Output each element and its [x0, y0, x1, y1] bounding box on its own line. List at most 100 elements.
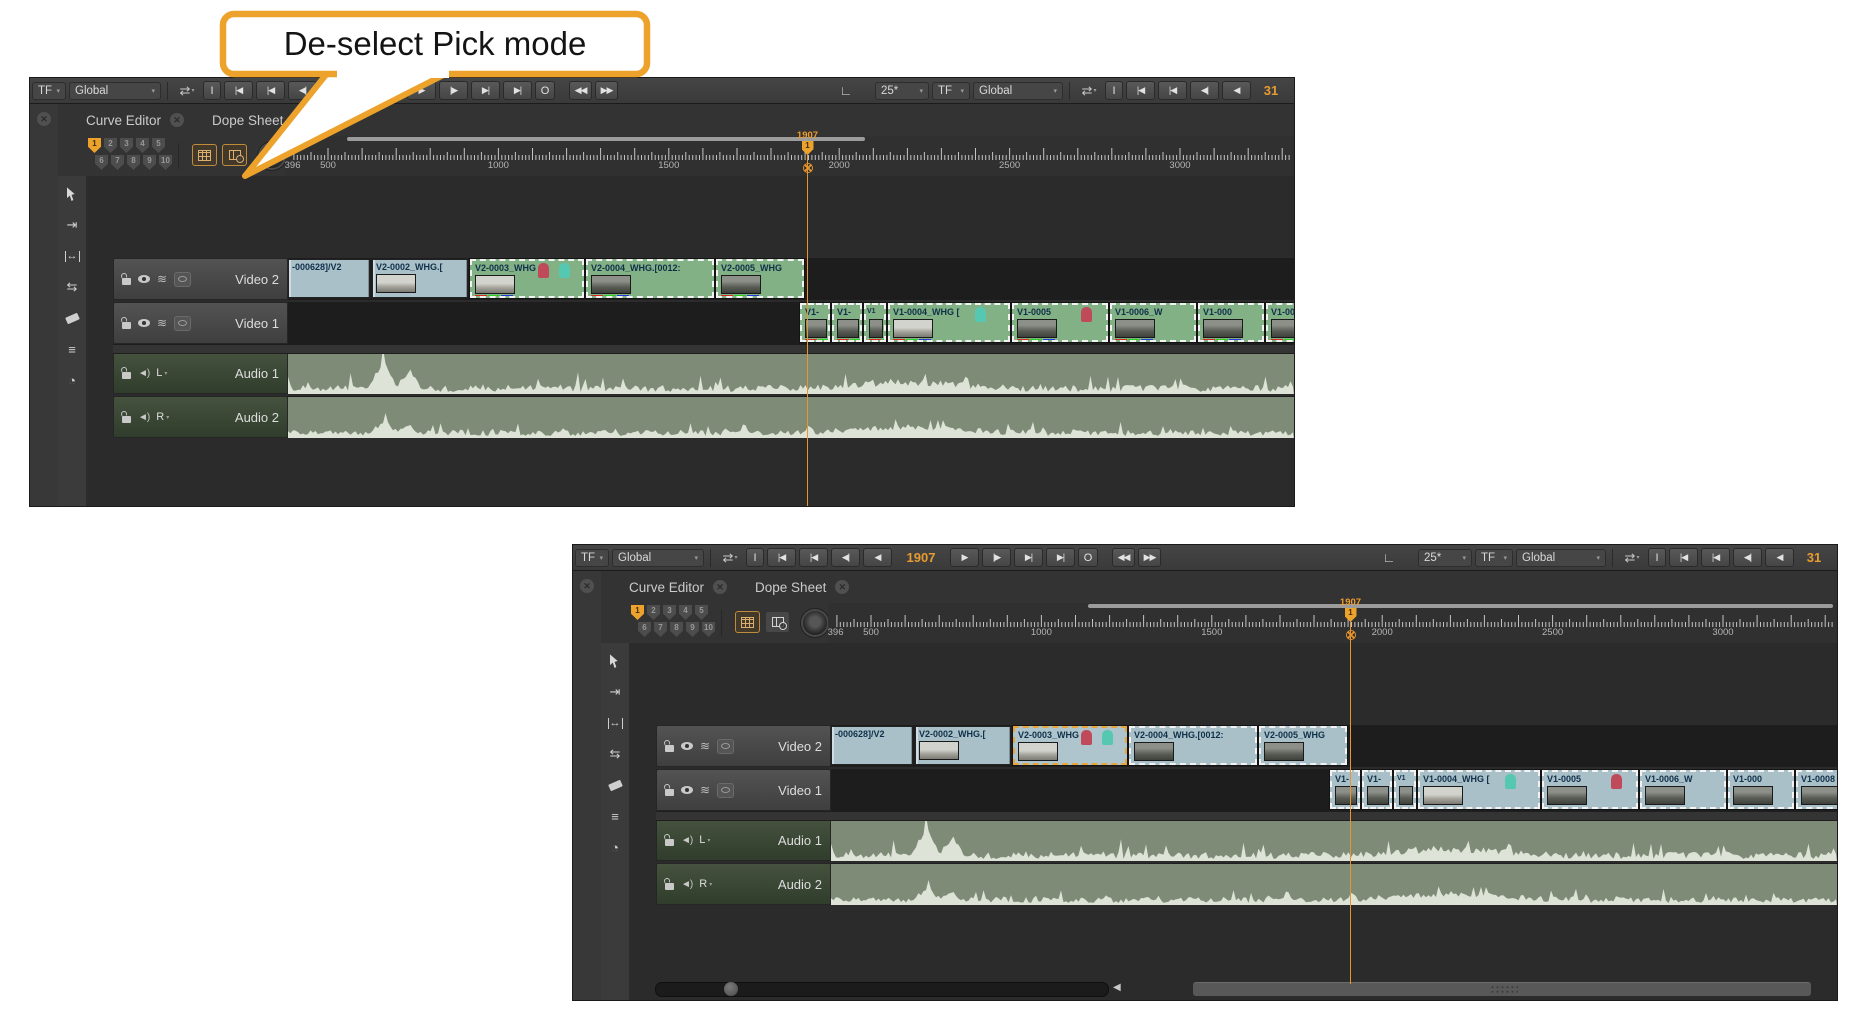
mark-in-button[interactable]: I — [203, 81, 221, 100]
timeline-clip[interactable]: V1-0006_W — [1640, 770, 1726, 809]
visibility-eye-icon[interactable] — [138, 275, 150, 283]
jog-back-button[interactable]: ◀◀ — [569, 81, 592, 100]
close-icon[interactable]: ✕ — [170, 113, 184, 127]
marker-pin-6[interactable]: 6 — [638, 622, 651, 637]
tf-mode-dropdown[interactable]: TF▾ — [575, 549, 609, 567]
play-reverse-button[interactable]: ◀ — [320, 81, 349, 100]
grid-view-button[interactable] — [192, 144, 217, 166]
previous-frame-button[interactable]: ◀| — [288, 81, 317, 100]
patch-icon[interactable] — [174, 272, 191, 287]
track-lane-video1[interactable]: V1-V1-V1V1-0004_WHG [V1-0005V1-0006_WV1-… — [831, 769, 1837, 811]
close-icon[interactable]: ✕ — [292, 113, 306, 127]
timeline-clip[interactable]: V1- — [1330, 770, 1360, 809]
visibility-eye-icon[interactable] — [681, 786, 693, 794]
timeline-clip[interactable]: V1-0008 — [1266, 303, 1294, 342]
lock-icon[interactable] — [665, 745, 674, 752]
timeline-clip[interactable]: -000628]/V2 — [288, 259, 370, 298]
previous-frame-button-2[interactable]: ◀| — [1190, 81, 1219, 100]
previous-edit-button[interactable]: |◀ — [256, 81, 285, 100]
mark-in-button[interactable]: I — [746, 548, 764, 567]
tf-mode-dropdown-2[interactable]: TF▾ — [1475, 549, 1513, 567]
marker-pin-7[interactable]: 7 — [111, 155, 124, 170]
playhead-jog-knob[interactable] — [260, 144, 284, 168]
zero-button[interactable]: O — [1078, 548, 1098, 567]
timeline-clip[interactable]: V1-0004_WHG [ — [1418, 770, 1540, 809]
track-lane-audio1[interactable] — [831, 819, 1837, 861]
previous-frame-button[interactable]: ◀| — [831, 548, 860, 567]
go-to-start-button[interactable]: |◀ — [767, 548, 796, 567]
play-button[interactable]: ▶ — [407, 81, 436, 100]
jog-back-button[interactable]: ◀◀ — [1112, 548, 1135, 567]
global-dropdown-2[interactable]: Global▾ — [973, 82, 1063, 100]
visibility-eye-icon[interactable] — [681, 742, 693, 750]
timeline-clip[interactable]: V2-0002_WHG.[ — [372, 259, 468, 298]
extend-edit-tool-icon[interactable]: ⇥ — [58, 213, 86, 237]
track-header-video1[interactable]: ≋Video 1 — [113, 302, 288, 344]
loop-playback-icon-2[interactable]: ⇄▾ — [1619, 550, 1645, 566]
range-ruler-icon[interactable]: ∟ — [839, 83, 853, 98]
next-edit-button[interactable]: ▶| — [1014, 548, 1043, 567]
visibility-eye-icon[interactable] — [138, 319, 150, 327]
track-header-video2[interactable]: ≋Video 2 — [113, 258, 288, 300]
tf-mode-dropdown[interactable]: TF▾ — [32, 82, 66, 100]
patch-icon[interactable] — [717, 783, 734, 798]
timeline-clip[interactable]: V1-0008 — [1796, 770, 1837, 809]
track-header-audio2[interactable]: ◄)R▾Audio 2 — [656, 863, 831, 905]
speaker-icon[interactable]: ◄) — [138, 412, 149, 423]
lock-icon[interactable] — [665, 883, 674, 890]
marker-pin-5[interactable]: 5 — [152, 138, 165, 153]
previous-edit-button[interactable]: |◀ — [799, 548, 828, 567]
timeline-clip[interactable]: V2-0003_WHG — [1013, 726, 1127, 765]
scroll-left-arrow-icon[interactable]: ◀ — [1113, 982, 1121, 993]
loop-playback-icon[interactable]: ⇄▾ — [174, 83, 200, 99]
timeline-clip[interactable]: V1- — [800, 303, 830, 342]
timeline-clip[interactable]: V2-0002_WHG.[ — [915, 726, 1011, 765]
track-lane-audio2[interactable] — [831, 863, 1837, 905]
channel-selector[interactable]: R▾ — [156, 411, 169, 423]
layers-icon[interactable]: ≋ — [157, 274, 167, 284]
range-ruler-icon[interactable]: ∟ — [1382, 550, 1396, 565]
timeline-clip[interactable]: V2-0004_WHG.[0012: — [1129, 726, 1257, 765]
lock-icon[interactable] — [122, 372, 131, 379]
close-icon[interactable]: ✕ — [713, 580, 727, 594]
zero-button[interactable]: O — [535, 81, 555, 100]
track-header-audio1[interactable]: ◄)L▾Audio 1 — [656, 819, 831, 861]
playhead-line[interactable] — [807, 152, 809, 506]
go-to-end-button[interactable]: ▶| — [503, 81, 532, 100]
timeline-clip[interactable]: V2-0004_WHG.[0012: — [586, 259, 714, 298]
global-dropdown[interactable]: Global▾ — [612, 549, 704, 567]
timeline-clip[interactable]: V1 — [864, 303, 886, 342]
go-to-start-button[interactable]: |◀ — [224, 81, 253, 100]
marker-pin-5[interactable]: 5 — [695, 605, 708, 620]
track-lane-audio2[interactable] — [288, 396, 1294, 438]
marker-pin-9[interactable]: 9 — [686, 622, 699, 637]
select-tool-icon[interactable] — [601, 649, 629, 673]
grid-view-button[interactable] — [735, 611, 760, 633]
marker-pin-10[interactable]: 10 — [159, 155, 172, 170]
pick-mode-button[interactable] — [765, 611, 790, 633]
global-dropdown-2[interactable]: Global▾ — [1516, 549, 1606, 567]
horizontal-scrollbar[interactable] — [1193, 982, 1811, 996]
timeline-clip[interactable]: -000628]/V2 — [831, 726, 913, 765]
marker-pin-8[interactable]: 8 — [670, 622, 683, 637]
play-from-button[interactable]: |▶ — [982, 548, 1011, 567]
previous-edit-button-2[interactable]: |◀ — [1701, 548, 1730, 567]
go-to-start-button-2[interactable]: |◀ — [1126, 81, 1155, 100]
previous-frame-button-2[interactable]: ◀| — [1733, 548, 1762, 567]
track-lane-video2[interactable]: -000628]/V2V2-0002_WHG.[V2-0003_WHGV2-00… — [831, 725, 1837, 767]
extend-edit-tool-icon[interactable]: ⇥ — [601, 680, 629, 704]
timeline-clip[interactable]: V1-0004_WHG [ — [888, 303, 1010, 342]
fps-dropdown[interactable]: 25*▾ — [875, 82, 929, 100]
marker-pin-3[interactable]: 3 — [120, 138, 133, 153]
layers-icon[interactable]: ≋ — [700, 785, 710, 795]
tf-mode-dropdown-2[interactable]: TF▾ — [932, 82, 970, 100]
go-to-start-button-2[interactable]: |◀ — [1669, 548, 1698, 567]
tab-curve-editor[interactable]: Curve Editor✕ — [86, 113, 184, 128]
patch-icon[interactable] — [174, 316, 191, 331]
lock-icon[interactable] — [665, 789, 674, 796]
lock-icon[interactable] — [122, 416, 131, 423]
track-lane-video1[interactable]: V1-V1-V1V1-0004_WHG [V1-0005V1-0006_WV1-… — [288, 302, 1294, 344]
lock-icon[interactable] — [665, 839, 674, 846]
speaker-icon[interactable]: ◄) — [681, 879, 692, 890]
track-header-audio1[interactable]: ◄)L▾Audio 1 — [113, 352, 288, 394]
